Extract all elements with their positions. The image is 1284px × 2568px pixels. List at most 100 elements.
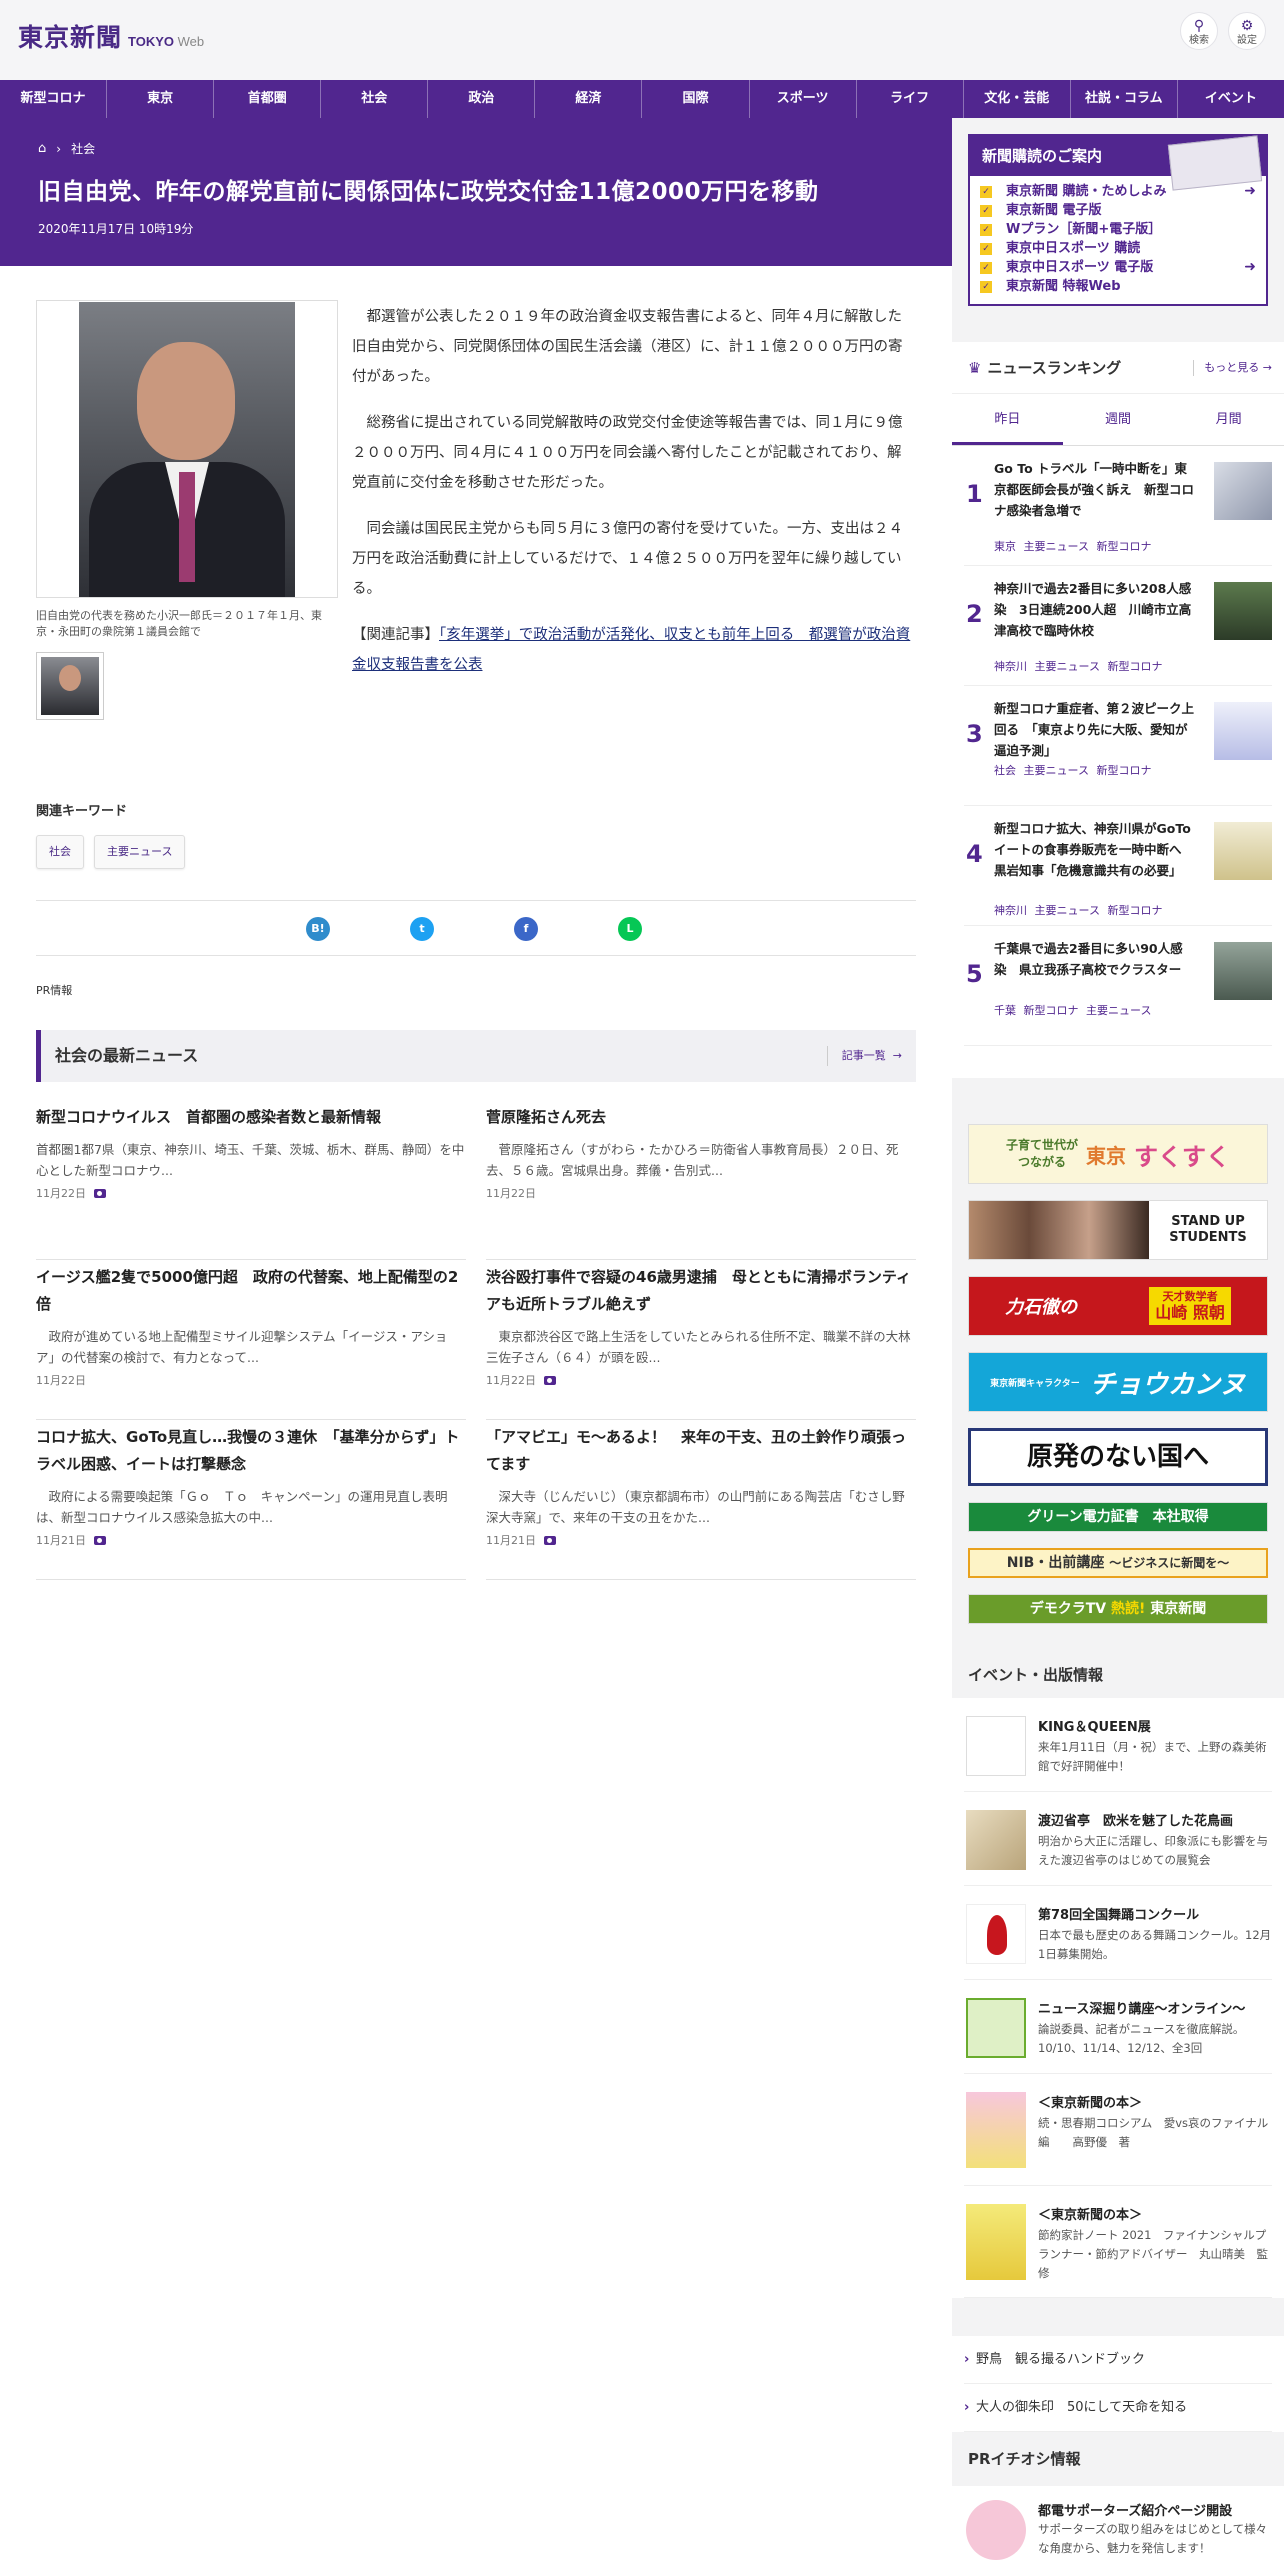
article-paragraph: 総務省に提出されている同党解散時の政党交付金使途等報告書では、同１月に９億２００… <box>352 415 903 491</box>
search-button[interactable]: ⚲ 検索 <box>1180 12 1218 50</box>
home-icon[interactable]: ⌂ <box>38 141 46 156</box>
stand-up-students-banner[interactable]: STAND UP STUDENTS <box>968 1200 1268 1260</box>
news-ranking: ♛ ニュースランキング もっと見る → 昨日 週間 月間 1 Go To トラベル… <box>952 342 1284 1078</box>
book-link[interactable]: 野鳥 観る撮るハンドブック <box>964 2336 1272 2384</box>
news-item-lead: 菅原隆拓さん（すがわら・たかひろ＝防衛省人事教育局長）２０日、死去、５６歳。宮城… <box>486 1142 899 1178</box>
rank-number: 3 <box>966 720 983 748</box>
event-item[interactable]: KING＆QUEEN展 来年1月11日（月・祝）まで、上野の森美術館で好評開催中… <box>964 1698 1272 1792</box>
nav-item-society[interactable]: 社会 <box>321 80 429 118</box>
book-link[interactable]: 大人の御朱印 50にして天命を知る <box>964 2384 1272 2432</box>
green-power-banner[interactable]: グリーン電力証書 本社取得 <box>968 1502 1268 1532</box>
event-item[interactable]: 渡辺省亭 欧米を魅了した花鳥画 明治から大正に活躍し、印象派にも影響を与えた渡辺… <box>964 1792 1272 1886</box>
ranking-item-title: 新型コロナ拡大、神奈川県がGoToイートの食事券販売を一時中断へ 黒岩知事「危機… <box>994 821 1195 878</box>
tab-yesterday[interactable]: 昨日 <box>952 394 1063 445</box>
nav-item-shutoken[interactable]: 首都圏 <box>214 80 322 118</box>
article-photo-frame[interactable] <box>36 300 338 598</box>
news-item-title[interactable]: イージス艦2隻で5000億円超 政府の代替案、地上配備型の2倍 <box>36 1264 466 1318</box>
news-item-title[interactable]: 渋谷殴打事件で容疑の46歳男逮捕 母とともに清掃ボランティアも近所トラブル絶えず <box>486 1264 916 1318</box>
nav-item-politics[interactable]: 政治 <box>428 80 536 118</box>
nav-item-economy[interactable]: 経済 <box>535 80 643 118</box>
subscription-link[interactable]: ✓ Wプラン［新聞+電子版］ <box>980 220 1256 239</box>
facebook-icon[interactable]: f <box>514 917 538 941</box>
check-icon: ✓ <box>980 185 992 198</box>
nav-item-editorial[interactable]: 社説・コラム <box>1071 80 1178 118</box>
ranking-thumbnail <box>1214 942 1272 1000</box>
keyword-tag[interactable]: 主要ニュース <box>94 835 186 869</box>
tab-weekly[interactable]: 週間 <box>1063 394 1174 445</box>
news-item[interactable]: 「アマビエ」モ～あるよ！ 来年の干支、丑の土鈴作り頑張ってます 深大寺（じんだい… <box>486 1420 916 1580</box>
ranking-item[interactable]: 5 千葉県で過去2番目に多い90人感染 県立我孫子高校でクラスター 千葉 新型コ… <box>964 926 1272 1046</box>
settings-button[interactable]: ⚙ 設定 <box>1228 12 1266 50</box>
ranking-thumbnail <box>1214 462 1272 520</box>
pr-thumbnail <box>966 2500 1026 2560</box>
ranking-item-tags: 東京 主要ニュース 新型コロナ <box>994 540 1152 553</box>
genpatsu-banner[interactable]: 原発のない国へ <box>968 1428 1268 1486</box>
breadcrumb-category[interactable]: 社会 <box>71 140 95 157</box>
rank-number: 4 <box>966 840 983 868</box>
hatena-bookmark-icon[interactable]: B! <box>306 917 330 941</box>
nav-item-life[interactable]: ライフ <box>857 80 964 118</box>
event-description: 日本で最も歴史のある舞踊コンクール。12月1日募集開始。 <box>1038 1928 1272 1961</box>
share-bar: B! t f L <box>36 900 916 956</box>
ranking-item-title: Go To トラベル「一時中断を」東京都医師会長が強く訴え 新型コロナ感染者急増… <box>994 461 1195 518</box>
nav-item-sports[interactable]: スポーツ <box>750 80 857 118</box>
ranking-item[interactable]: 4 新型コロナ拡大、神奈川県がGoToイートの食事券販売を一時中断へ 黒岩知事「… <box>964 806 1272 926</box>
nav-item-events[interactable]: イベント <box>1178 80 1284 118</box>
article-title: 旧自由党、昨年の解党直前に関係団体に政党交付金11億2000万円を移動 <box>38 179 819 205</box>
news-item-meta: 11月22日 <box>486 1185 916 1201</box>
nav-item-culture[interactable]: 文化・芸能 <box>964 80 1071 118</box>
tab-monthly[interactable]: 月間 <box>1173 394 1284 445</box>
ranking-item-title: 千葉県で過去2番目に多い90人感染 県立我孫子高校でクラスター <box>994 941 1183 977</box>
news-item-title[interactable]: 菅原隆拓さん死去 <box>486 1104 916 1131</box>
ranking-more-link[interactable]: もっと見る → <box>1193 360 1272 376</box>
event-item[interactable]: ＜東京新聞の本＞ 節約家計ノート 2021 ファイナンシャルプランナー・節約アド… <box>964 2186 1272 2298</box>
logo-japanese: 東京新聞 <box>18 23 123 52</box>
latest-news-more-link[interactable]: 記事一覧 → <box>826 1046 902 1066</box>
photo-thumbnail[interactable] <box>36 652 104 720</box>
latest-news-title: 社会の最新ニュース <box>55 1046 199 1065</box>
article-body: 都選管が公表した２０１９年の政治資金収支報告書によると、同年４月に解散した旧自由… <box>352 302 912 696</box>
nav-item-international[interactable]: 国際 <box>642 80 750 118</box>
rikiishi-banner[interactable]: 力石徹の 天才数学者 山崎 照朝 <box>968 1276 1268 1336</box>
pr-item[interactable]: 都電サポーターズ紹介ページ開設 サポーターズの取り組みをはじめとして様々な角度か… <box>952 2486 1284 2568</box>
news-item[interactable]: 菅原隆拓さん死去 菅原隆拓さん（すがわら・たかひろ＝防衛省人事教育局長）２０日、… <box>486 1100 916 1260</box>
news-item-title[interactable]: 「アマビエ」モ～あるよ！ 来年の干支、丑の土鈴作り頑張ってます <box>486 1424 916 1478</box>
news-item[interactable]: コロナ拡大、GoTo見直し…我慢の３連休 「基準分からず」トラベル困惑、イートは… <box>36 1420 466 1580</box>
event-item[interactable]: 第78回全国舞踊コンクール 日本で最も歴史のある舞踊コンクール。12月1日募集開… <box>964 1886 1272 1980</box>
check-icon: ✓ <box>980 242 992 255</box>
ranking-item[interactable]: 3 新型コロナ重症者、第２波ピーク上回る 「東京より先に大阪、愛知が逼迫予測」 … <box>964 686 1272 806</box>
subscription-link[interactable]: ✓ 東京新聞 電子版 <box>980 201 1256 220</box>
democra-tv-banner[interactable]: デモクラTV 熱読! 東京新聞 <box>968 1594 1268 1624</box>
twitter-icon[interactable]: t <box>410 917 434 941</box>
chokanzu-banner[interactable]: 東京新聞キャラクター チョウカンヌ <box>968 1352 1268 1412</box>
subscription-link[interactable]: ✓ 東京中日スポーツ 電子版 ➜ <box>980 258 1256 277</box>
keyword-tag[interactable]: 社会 <box>36 835 84 869</box>
camera-icon <box>544 1535 556 1545</box>
line-icon[interactable]: L <box>618 917 642 941</box>
events-list: KING＆QUEEN展 来年1月11日（月・祝）まで、上野の森美術館で好評開催中… <box>952 1698 1284 2298</box>
ranking-item[interactable]: 2 神奈川で過去2番目に多い208人感染 3日連続200人超 川崎市立高津高校で… <box>964 566 1272 686</box>
search-icon: ⚲ <box>1193 18 1205 34</box>
subscription-link[interactable]: ✓ 東京新聞 特報Web <box>980 277 1256 296</box>
article-date: 2020年11月17日 10時19分 <box>38 222 194 236</box>
sukusuku-banner[interactable]: 子育て世代が つながる 東京 すくすく <box>968 1124 1268 1184</box>
news-item-title[interactable]: 新型コロナウイルス 首都圏の感染者数と最新情報 <box>36 1104 466 1131</box>
news-item[interactable]: イージス艦2隻で5000億円超 政府の代替案、地上配備型の2倍 政府が進めている… <box>36 1260 466 1420</box>
event-item[interactable]: ニュース深掘り講座～オンライン～ 論説委員、記者がニュースを徹底解説。10/10… <box>964 1980 1272 2074</box>
nav-item-tokyo[interactable]: 東京 <box>107 80 215 118</box>
event-description: 論説委員、記者がニュースを徹底解説。10/10、11/14、12/12、全3回 <box>1038 2022 1245 2055</box>
news-item-title[interactable]: コロナ拡大、GoTo見直し…我慢の３連休 「基準分からず」トラベル困惑、イートは… <box>36 1424 466 1478</box>
ranking-item[interactable]: 1 Go To トラベル「一時中断を」東京都医師会長が強く訴え 新型コロナ感染者… <box>964 446 1272 566</box>
news-item-lead: 東京都渋谷区で路上生活をしていたとみられる住所不定、職業不詳の大林三佐子さん（６… <box>486 1329 911 1365</box>
ranking-title: ニュースランキング <box>987 359 1122 377</box>
subscription-link[interactable]: ✓ 東京中日スポーツ 購読 <box>980 239 1256 258</box>
breadcrumb-separator: › <box>56 141 62 156</box>
nib-banner[interactable]: NIB・出前講座 ～ビジネスに新聞を～ <box>968 1548 1268 1578</box>
site-logo[interactable]: 東京新聞 TOKYO Web <box>18 18 204 54</box>
news-item[interactable]: 渋谷殴打事件で容疑の46歳男逮捕 母とともに清掃ボランティアも近所トラブル絶えず… <box>486 1260 916 1420</box>
event-item[interactable]: ＜東京新聞の本＞ 続・思春期コロシアム 愛vs哀のファイナル編 高野優 著 <box>964 2074 1272 2186</box>
news-item[interactable]: 新型コロナウイルス 首都圏の感染者数と最新情報 首都圏1都7県（東京、神奈川、埼… <box>36 1100 466 1260</box>
news-item-meta: 11月22日 <box>36 1372 466 1388</box>
subscription-link[interactable]: ✓ 東京新聞 購読・ためしよみ ➜ <box>980 182 1256 201</box>
nav-item-corona[interactable]: 新型コロナ <box>0 80 108 118</box>
